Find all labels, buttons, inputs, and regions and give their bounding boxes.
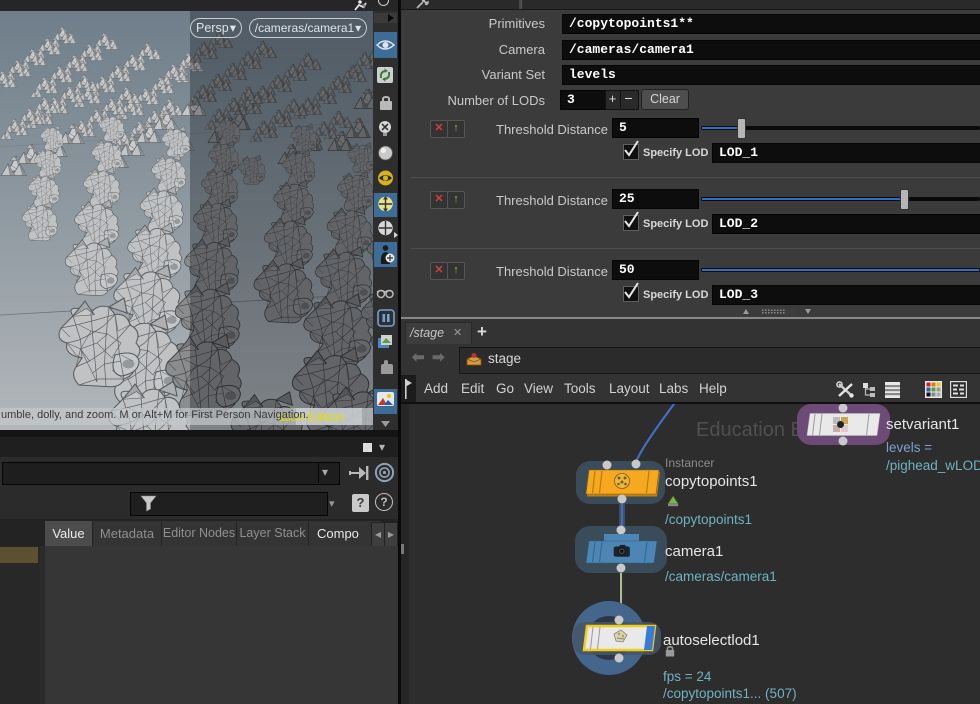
svg-text:setvariant1: setvariant1 <box>886 416 959 433</box>
svg-text:camera1: camera1 <box>665 543 723 560</box>
svg-text:/pighead_wLOD: /pighead_wLOD <box>886 458 980 473</box>
svg-text:Instancer: Instancer <box>665 456 714 470</box>
svg-text:/copytopoints1: /copytopoints1 <box>665 512 752 527</box>
svg-text:fps = 24: fps = 24 <box>663 669 712 684</box>
svg-text:/copytopoints1... (507): /copytopoints1... (507) <box>663 686 797 701</box>
svg-text:levels =: levels = <box>886 440 932 455</box>
svg-text:copytopoints1: copytopoints1 <box>665 473 758 490</box>
svg-text:/cameras/camera1: /cameras/camera1 <box>665 569 777 584</box>
svg-text:autoselectlod1: autoselectlod1 <box>663 632 760 649</box>
